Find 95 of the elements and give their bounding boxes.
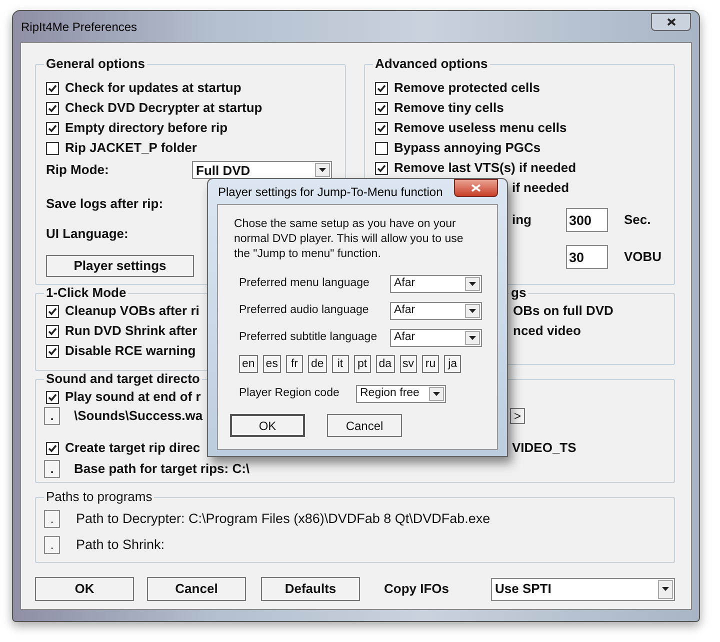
field-label: ing bbox=[512, 211, 532, 230]
dialog-button[interactable]: OK bbox=[230, 414, 305, 437]
dialog-title: Player settings for Jump-To-Menu function bbox=[218, 184, 443, 200]
sound-file-path: \Sounds\Success.wa bbox=[74, 407, 203, 426]
close-icon bbox=[471, 184, 481, 192]
program-path: Path to Shrink: bbox=[76, 536, 165, 554]
field-label: Preferred audio language bbox=[239, 303, 370, 318]
checkbox-label: Remove last VTS(s) if needed bbox=[394, 159, 576, 178]
copy-ifos-label: Copy IFOs bbox=[384, 580, 450, 598]
checkbox-label: Check DVD Decrypter at startup bbox=[65, 99, 262, 118]
dialog-button[interactable]: Defaults bbox=[261, 577, 360, 601]
next-button[interactable]: > bbox=[510, 408, 525, 424]
checkbox-label: Create target rip direc bbox=[65, 439, 200, 458]
field-label: Rip Mode: bbox=[45, 161, 110, 180]
dropdown[interactable]: Use SPTI bbox=[491, 578, 675, 600]
field-label: Save logs after rip: bbox=[45, 195, 164, 214]
checkbox-label: Remove useless menu cells bbox=[394, 119, 567, 138]
group-title: 1-Click Mode bbox=[45, 285, 128, 301]
caret-icon bbox=[469, 282, 476, 286]
browse-button[interactable]: . bbox=[44, 407, 60, 425]
checkbox[interactable] bbox=[375, 102, 388, 114]
description-text: Chose the same setup as you have on your normal DVD player. This will allow you to use the "Jump to menu" function. bbox=[234, 217, 464, 262]
checkbox-label: if needed bbox=[512, 178, 570, 197]
close-button[interactable] bbox=[454, 178, 498, 196]
caret-icon bbox=[319, 168, 326, 172]
checkbox[interactable] bbox=[375, 162, 388, 174]
language-button[interactable]: es bbox=[262, 355, 281, 373]
browse-button[interactable]: . bbox=[44, 460, 60, 478]
checkbox-label: OBs on full DVD bbox=[513, 302, 614, 320]
checkbox[interactable] bbox=[375, 142, 388, 154]
caret-icon bbox=[433, 392, 440, 396]
dropdown[interactable]: Full DVD bbox=[192, 161, 332, 179]
dialog-button[interactable]: OK bbox=[35, 577, 134, 601]
checkbox-label: Bypass annoying PGCs bbox=[394, 139, 541, 158]
checkbox-label: nced video bbox=[513, 322, 581, 340]
player-settings-button[interactable]: Player settings bbox=[46, 255, 194, 277]
language-button[interactable]: da bbox=[376, 355, 395, 373]
unit-label: VOBU bbox=[624, 248, 662, 266]
checkbox[interactable] bbox=[46, 344, 59, 358]
browse-button[interactable]: . bbox=[44, 510, 60, 528]
checkbox[interactable] bbox=[46, 82, 59, 94]
checkbox[interactable] bbox=[46, 102, 59, 114]
checkbox[interactable] bbox=[375, 82, 388, 94]
base-path-label: Base path for target rips: C:\ bbox=[74, 460, 250, 478]
group-title: General options bbox=[45, 56, 146, 72]
caret-icon bbox=[662, 587, 669, 591]
group-title: Sound and target directo bbox=[45, 371, 201, 387]
folder-name: VIDEO_TS bbox=[512, 439, 576, 458]
dialog-button[interactable]: Cancel bbox=[327, 414, 402, 437]
checkbox-label: Play sound at end of r bbox=[65, 388, 201, 406]
language-button[interactable]: it bbox=[332, 355, 349, 373]
field-label: Preferred menu language bbox=[239, 276, 370, 292]
checkbox-label: Rip JACKET_P folder bbox=[65, 139, 197, 158]
dropdown[interactable]: Afar bbox=[390, 329, 482, 347]
language-button[interactable]: sv bbox=[400, 355, 418, 373]
checkbox-label: Disable RCE warning bbox=[65, 342, 196, 360]
checkbox-label: Remove tiny cells bbox=[394, 99, 504, 118]
language-button[interactable]: en bbox=[239, 355, 258, 373]
group-title: Advanced options bbox=[374, 56, 489, 72]
checkbox[interactable] bbox=[375, 122, 388, 134]
dropdown[interactable]: Afar bbox=[390, 302, 482, 320]
language-button[interactable]: fr bbox=[286, 355, 303, 373]
checkbox-label: Empty directory before rip bbox=[65, 119, 228, 138]
close-button[interactable] bbox=[651, 12, 691, 30]
program-path: Path to Decrypter: C:\Program Files (x86)\DVDFab 8 Qt\DVDFab.exe bbox=[76, 510, 490, 528]
window-title: RipIt4Me Preferences bbox=[21, 18, 138, 36]
checkbox-label: Check for updates at startup bbox=[65, 79, 242, 98]
checkbox[interactable] bbox=[46, 390, 59, 404]
group-title: gs bbox=[510, 285, 528, 301]
caret-icon bbox=[469, 336, 476, 340]
field-label: Player Region code bbox=[239, 386, 340, 402]
number-field[interactable]: 300 bbox=[566, 208, 608, 232]
checkbox-label: Run DVD Shrink after bbox=[65, 322, 198, 340]
checkbox[interactable] bbox=[46, 122, 59, 134]
checkbox[interactable] bbox=[46, 304, 59, 318]
checkbox[interactable] bbox=[46, 142, 59, 154]
dropdown[interactable]: Afar bbox=[390, 275, 482, 293]
language-button[interactable]: ja bbox=[444, 355, 462, 373]
checkbox-label: Cleanup VOBs after ri bbox=[65, 302, 200, 320]
checkbox[interactable] bbox=[46, 324, 59, 338]
close-icon bbox=[666, 18, 676, 26]
language-button[interactable]: de bbox=[308, 355, 327, 373]
unit-label: Sec. bbox=[624, 211, 651, 230]
field-label: Preferred subtitle language bbox=[239, 330, 378, 346]
language-button[interactable]: pt bbox=[354, 355, 371, 373]
language-button[interactable]: ru bbox=[422, 355, 440, 373]
dialog-button[interactable]: Cancel bbox=[147, 577, 246, 601]
dropdown[interactable]: Region free bbox=[356, 385, 446, 403]
field-label: UI Language: bbox=[45, 225, 128, 244]
checkbox[interactable] bbox=[46, 442, 59, 454]
caret-icon bbox=[469, 309, 476, 313]
group-title: Paths to programs bbox=[45, 489, 154, 505]
browse-button[interactable]: . bbox=[44, 536, 60, 554]
checkbox-label: Remove protected cells bbox=[394, 79, 540, 98]
number-field[interactable]: 30 bbox=[566, 245, 608, 269]
